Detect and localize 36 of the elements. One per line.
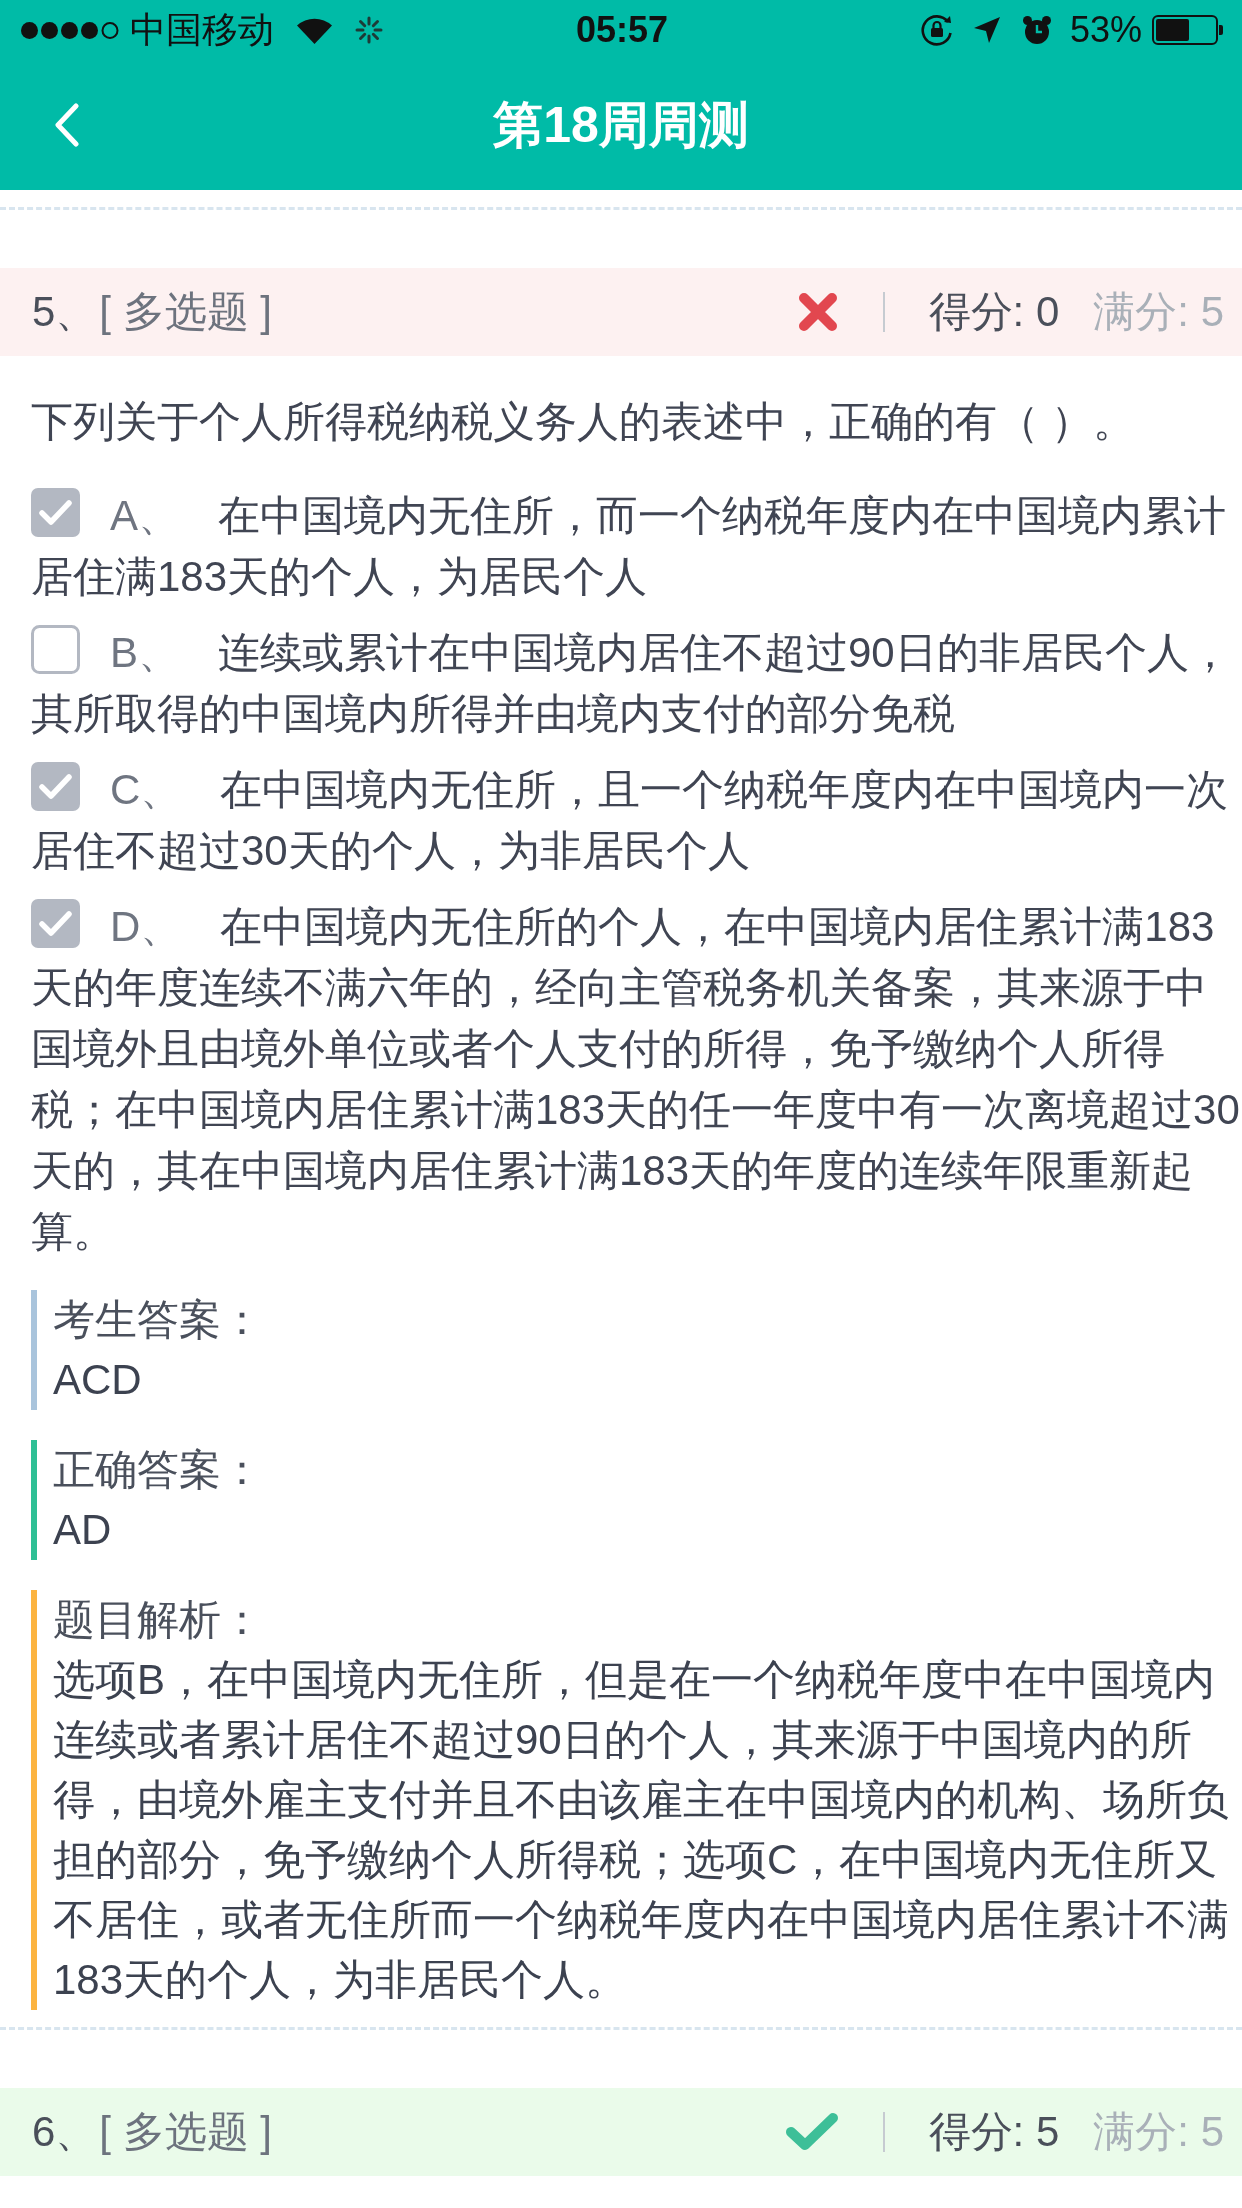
answer-label: 正确答案： — [53, 1445, 264, 1495]
full-score-text: 满分: 5 — [1093, 287, 1224, 337]
answer-label: 考生答案： — [53, 1295, 264, 1345]
battery-percent: 53% — [1069, 9, 1142, 51]
answer-option[interactable]: B、 连续或累计在中国境内居住不超过90日的非居民个人，其所取得的中国境内所得并由境内支付的部分免税 — [31, 622, 1242, 744]
score-text: 得分: 5 — [928, 2107, 1060, 2157]
question-type: [ 多选题 ] — [99, 287, 273, 337]
full-score-text: 满分: 5 — [1093, 2107, 1224, 2157]
signal-dots-icon — [20, 20, 120, 40]
battery-icon — [1152, 15, 1224, 45]
answer-option[interactable]: D、 在中国境内无住所的个人，在中国境内居住累计满183天的年度连续不满六年的，经向主管税务机关备案，其来源于中国境外且由境外单位或者个人支付的所得，免予缴纳个人所得税；在中国境内居住累计满183天的任一年度中有一次离境超过30天的，其在中国境内居住累计满183天的年度的连续年限重新起算。 — [31, 896, 1242, 1262]
page-title: 第18周周测 — [493, 95, 749, 155]
question-number: 6、 — [32, 2107, 98, 2157]
back-button[interactable] — [54, 103, 80, 147]
loading-spinner-icon — [355, 16, 383, 44]
score-text: 得分: 0 — [928, 287, 1060, 337]
question-type: [ 多选题 ] — [99, 2107, 273, 2157]
location-arrow-icon — [973, 17, 1000, 43]
checkbox[interactable] — [31, 899, 80, 948]
checkbox[interactable] — [31, 762, 80, 811]
alarm-clock-icon — [1021, 15, 1052, 45]
answer-label: 题目解析： — [53, 1595, 264, 1645]
question-number: 5、 — [32, 287, 98, 337]
wifi-icon — [296, 16, 333, 44]
carrier-name: 中国移动 — [130, 7, 274, 52]
checkbox[interactable] — [31, 488, 80, 537]
status-time: 05:57 — [575, 9, 669, 51]
question-prompt: 下列关于个人所得税纳税义务人的表述中，正确的有（ ）。 — [31, 397, 1136, 447]
answer-value: ACD — [53, 1355, 143, 1405]
rotation-lock-icon — [919, 13, 954, 47]
checkbox[interactable] — [31, 625, 80, 674]
answer-option[interactable]: C、 在中国境内无住所，且一个纳税年度内在中国境内一次居住不超过30天的个人，为非居民个人 — [31, 759, 1242, 881]
answer-value: AD — [53, 1505, 113, 1555]
chevron-left-icon — [54, 103, 80, 147]
answer-option[interactable]: A、 在中国境内无住所，而一个纳税年度内在中国境内累计居住满183天的个人，为居民个人 — [31, 485, 1242, 607]
explanation-text: 选项B，在中国境内无住所，但是在一个纳税年度中在中国境内连续或者累计居住不超过90日的个人，其来源于中国境内的所得，由境外雇主支付并且不由该雇主在中国境内的机构、场所负担的部分，免予缴纳个人所得税；选项C，在中国境内无住所又不居住，或者无住所而一个纳税年度内在中国境内居住累计不满183天的个人，为非居民个人。 — [53, 1655, 1230, 2005]
